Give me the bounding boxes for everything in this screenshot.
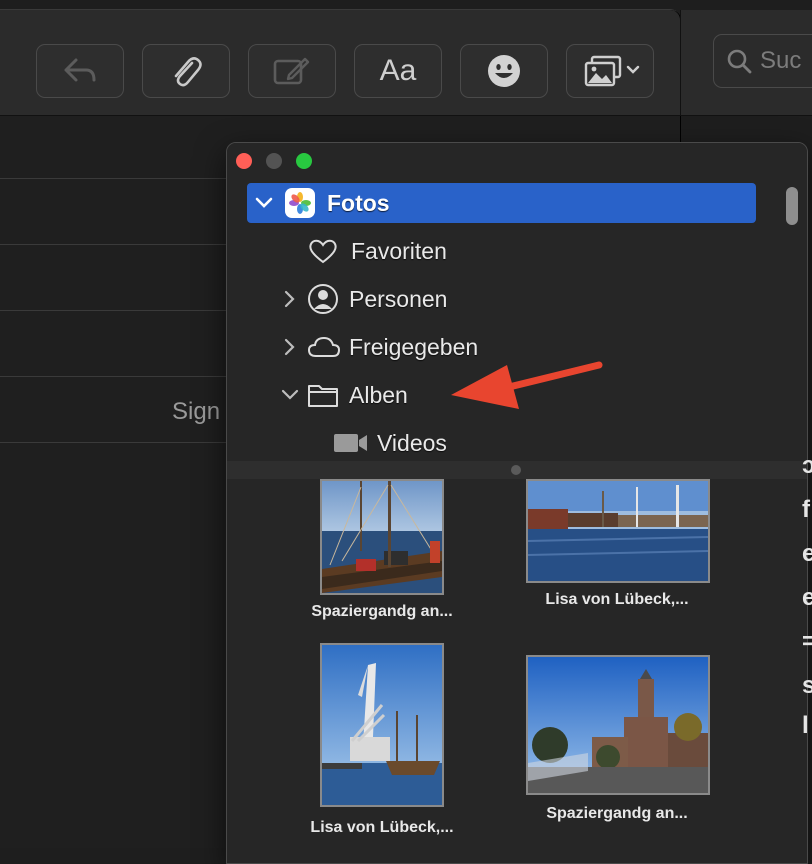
photo-caption: Lisa von Lübeck,... xyxy=(310,819,454,836)
annotation-arrow-icon xyxy=(451,361,603,409)
heart-icon xyxy=(309,239,337,264)
markup-button[interactable] xyxy=(248,44,336,98)
photo-browser-panel: Fotos Favoriten Personen Freigegeben Alb… xyxy=(226,142,808,864)
source-item-fotos[interactable]: Fotos xyxy=(247,183,756,223)
search-placeholder: Suc xyxy=(760,47,802,74)
source-label: Fotos xyxy=(327,189,390,216)
source-list-scrollbar[interactable] xyxy=(778,179,806,461)
photo-image xyxy=(528,481,708,581)
mail-toolbar: Aa xyxy=(0,10,680,116)
photo-caption: Spaziergandg an... xyxy=(546,805,688,822)
source-label: Personen xyxy=(349,285,448,312)
offscreen-text-fragment: e xyxy=(802,540,812,567)
video-camera-icon xyxy=(334,434,367,452)
reply-icon xyxy=(64,58,96,82)
photo-caption: Spaziergandg an... xyxy=(311,603,453,620)
signature-label[interactable]: Sign xyxy=(172,398,220,426)
photo-browser-icon xyxy=(584,55,640,87)
split-divider[interactable] xyxy=(227,461,807,479)
source-label: Videos xyxy=(377,429,447,456)
source-item-videos[interactable]: Videos xyxy=(333,423,447,463)
photo-source-list: Fotos Favoriten Personen Freigegeben Alb… xyxy=(227,179,807,461)
emoji-icon xyxy=(488,55,520,87)
offscreen-text-fragment: = xyxy=(802,628,812,655)
split-handle[interactable] xyxy=(511,465,521,475)
chevron-down-icon[interactable] xyxy=(281,389,299,401)
source-item-favoriten[interactable]: Favoriten xyxy=(307,231,447,271)
emoji-button[interactable] xyxy=(460,44,548,98)
photo-thumbnail[interactable] xyxy=(526,479,710,583)
photo-grid: Spaziergandg an... Lisa von Lübeck,... L… xyxy=(227,479,807,863)
offscreen-text-fragment: ɔ xyxy=(802,452,812,479)
photo-browser-button[interactable] xyxy=(566,44,654,98)
person-icon xyxy=(308,284,338,314)
source-item-personen[interactable]: Personen xyxy=(283,279,447,319)
folder-icon xyxy=(308,385,338,407)
chevron-down-icon[interactable] xyxy=(255,197,273,209)
reply-button[interactable] xyxy=(36,44,124,98)
photo-thumbnail[interactable] xyxy=(320,479,444,595)
close-button[interactable] xyxy=(236,153,252,169)
scroll-thumb[interactable] xyxy=(786,187,798,225)
offscreen-text-fragment: l xyxy=(802,712,809,739)
photo-thumbnail[interactable] xyxy=(526,655,710,795)
photo-image xyxy=(322,481,442,593)
photo-image xyxy=(528,657,708,793)
zoom-button[interactable] xyxy=(296,153,312,169)
cloud-icon xyxy=(307,336,341,357)
offscreen-text-fragment: e xyxy=(802,584,812,611)
chevron-right-icon[interactable] xyxy=(283,338,295,356)
search-icon xyxy=(727,49,752,74)
source-label: Favoriten xyxy=(351,237,447,264)
search-field[interactable]: Suc xyxy=(713,34,812,88)
markup-icon xyxy=(273,57,310,85)
attach-button[interactable] xyxy=(142,44,230,98)
source-label: Alben xyxy=(349,381,408,408)
format-label: Aa xyxy=(379,54,417,87)
source-item-alben[interactable]: Alben xyxy=(281,375,408,415)
paperclip-icon xyxy=(174,57,202,87)
photo-image xyxy=(322,645,442,805)
format-button[interactable]: Aa xyxy=(354,44,442,98)
photos-app-icon xyxy=(285,188,315,218)
offscreen-text-fragment: f xyxy=(802,496,810,523)
panel-titlebar[interactable] xyxy=(227,143,807,179)
photo-caption: Lisa von Lübeck,... xyxy=(545,591,689,608)
minimize-button[interactable] xyxy=(266,153,282,169)
chevron-right-icon[interactable] xyxy=(283,290,295,308)
photo-thumbnail[interactable] xyxy=(320,643,444,807)
offscreen-text-fragment: s xyxy=(802,672,812,699)
